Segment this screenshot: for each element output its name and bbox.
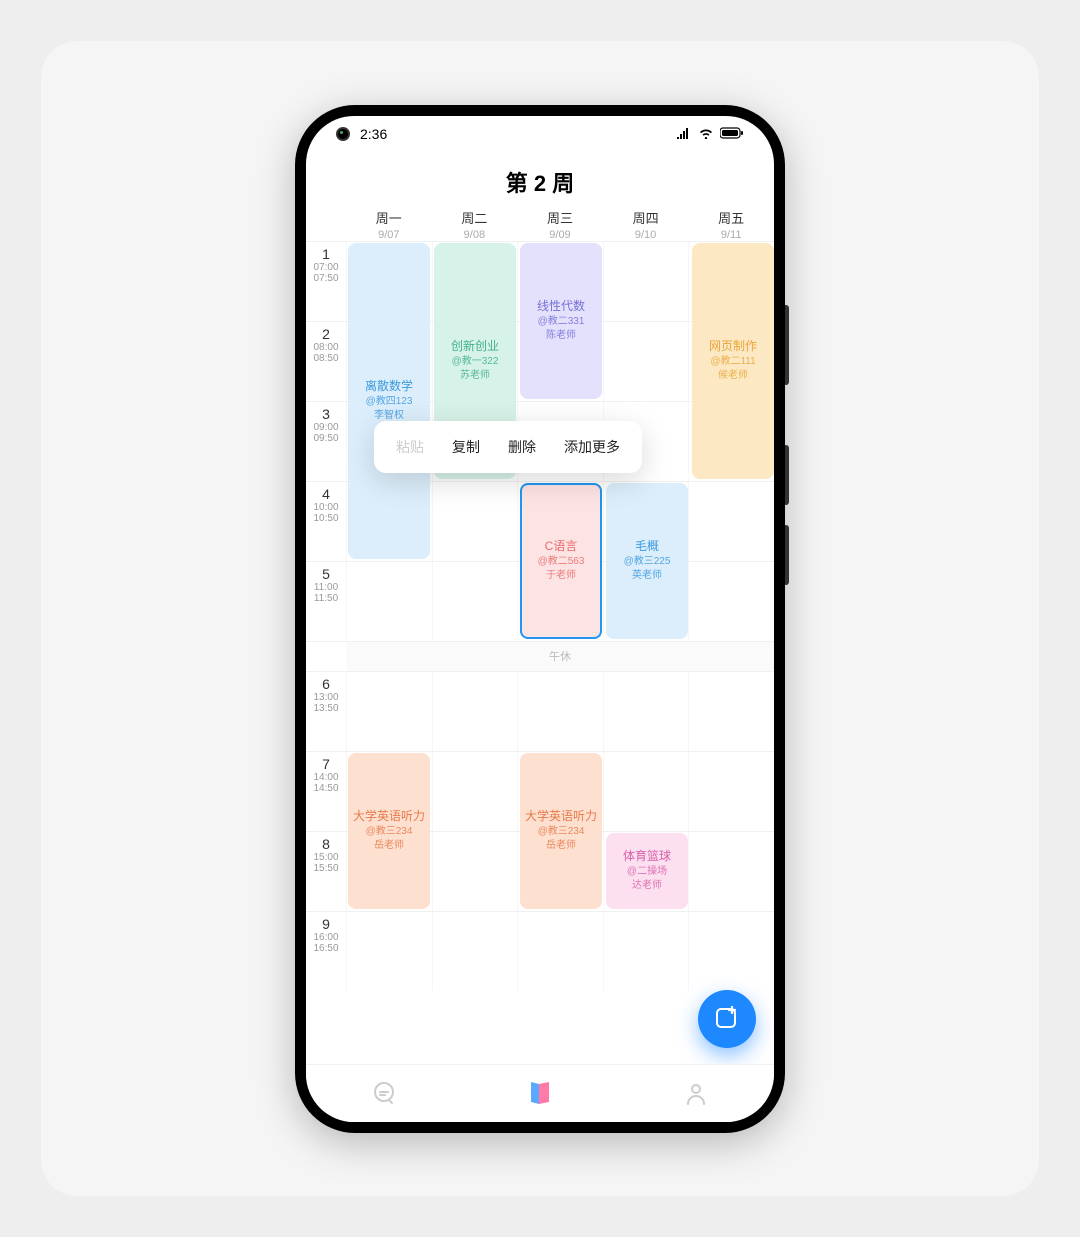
menu-paste[interactable]: 粘贴 xyxy=(382,421,438,473)
wifi-icon xyxy=(698,126,714,142)
course-maogai[interactable]: 毛概@教三225英老师 xyxy=(606,483,688,639)
time-slot: 309:0009:50 xyxy=(306,401,346,481)
day-col: 周一9/07 xyxy=(346,208,432,241)
menu-more[interactable]: 添加更多 xyxy=(550,421,634,473)
course-clang[interactable]: C语言@教二563于老师 xyxy=(520,483,602,639)
status-time: 2:36 xyxy=(360,126,387,142)
day-col: 周三9/09 xyxy=(517,208,603,241)
book-icon xyxy=(525,1078,555,1108)
status-bar: 2:36 xyxy=(306,116,774,152)
day-header: 周一9/07 周二9/08 周三9/09 周四9/10 周五9/11 xyxy=(306,208,774,241)
course-discrete[interactable]: 离散数学@教四123李智权 xyxy=(348,243,430,559)
time-slot: 916:0016:50 xyxy=(306,911,346,991)
day-col: 周五9/11 xyxy=(688,208,774,241)
add-button[interactable] xyxy=(698,990,756,1048)
menu-delete[interactable]: 删除 xyxy=(494,421,550,473)
page-title: 第 2 周 xyxy=(306,152,774,208)
signal-icon xyxy=(676,126,692,142)
chat-icon xyxy=(371,1080,397,1106)
course-eng1[interactable]: 大学英语听力@教三234岳老师 xyxy=(348,753,430,909)
course-eng2[interactable]: 大学英语听力@教三234岳老师 xyxy=(520,753,602,909)
nav-schedule[interactable] xyxy=(462,1065,618,1122)
bottom-nav xyxy=(306,1064,774,1122)
battery-icon xyxy=(720,126,744,142)
time-slot: 208:0008:50 xyxy=(306,321,346,401)
time-slot: 107:0007:50 xyxy=(306,241,346,321)
day-col: 周四9/10 xyxy=(603,208,689,241)
nav-chat[interactable] xyxy=(306,1065,462,1122)
course-pe[interactable]: 体育篮球@二操场达老师 xyxy=(606,833,688,909)
course-web[interactable]: 网页制作@教二111候老师 xyxy=(692,243,774,479)
nav-profile[interactable] xyxy=(618,1065,774,1122)
user-icon xyxy=(683,1080,709,1106)
menu-copy[interactable]: 复制 xyxy=(438,421,494,473)
time-slot: 815:0015:50 xyxy=(306,831,346,911)
time-slot: 511:0011:50 xyxy=(306,561,346,641)
time-slot: 714:0014:50 xyxy=(306,751,346,831)
camera-hole xyxy=(336,127,350,141)
day-col: 周二9/08 xyxy=(432,208,518,241)
time-slot: 613:0013:50 xyxy=(306,671,346,751)
time-slot: 410:0010:50 xyxy=(306,481,346,561)
break-row: 午休 xyxy=(346,641,774,671)
context-menu: 粘贴 复制 删除 添加更多 xyxy=(374,421,642,473)
course-linear[interactable]: 线性代数@教二331陈老师 xyxy=(520,243,602,399)
plus-icon xyxy=(714,1006,740,1032)
break-slot xyxy=(306,641,346,671)
